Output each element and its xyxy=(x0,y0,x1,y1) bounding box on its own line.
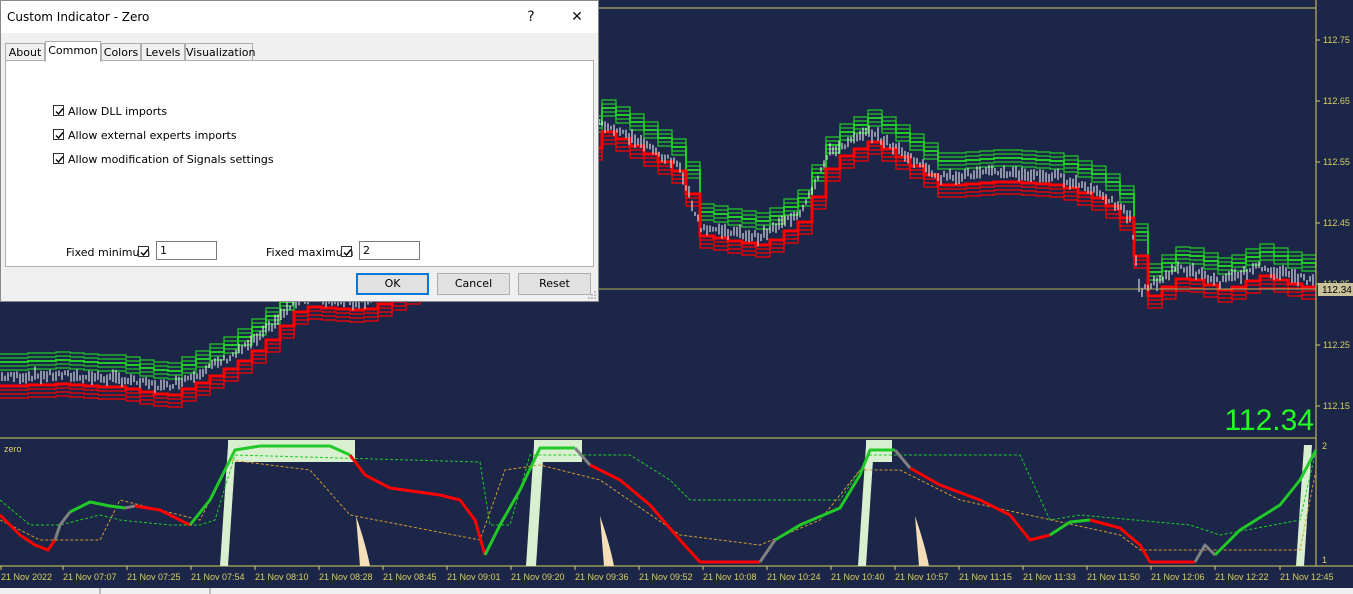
ok-button[interactable]: OK xyxy=(356,273,429,295)
fixed-maximum-checkbox[interactable] xyxy=(341,246,352,257)
big-price-readout: 112.34 xyxy=(1224,404,1314,437)
tab-colors[interactable]: Colors xyxy=(101,43,141,61)
time-tick-label: 21 Nov 10:24 xyxy=(767,572,821,582)
dialog-title: Custom Indicator - Zero xyxy=(7,10,150,24)
tab-about[interactable]: About xyxy=(5,43,45,61)
tab-visualization[interactable]: Visualization xyxy=(185,43,255,61)
allow-signals-modification-label: Allow modification of Signals settings xyxy=(68,153,274,166)
time-tick-label: 21 Nov 07:54 xyxy=(191,572,245,582)
time-tick-label: 21 Nov 11:33 xyxy=(1023,572,1076,582)
fixed-minimum-checkbox[interactable] xyxy=(138,246,149,257)
checkmark-icon xyxy=(55,108,64,116)
allow-dll-imports-checkbox[interactable] xyxy=(53,105,64,116)
time-tick-label: 21 Nov 12:22 xyxy=(1215,572,1269,582)
checkmark-icon xyxy=(55,156,64,164)
current-price-tag: 112.34 xyxy=(1322,285,1352,296)
reset-button[interactable]: Reset xyxy=(518,273,591,295)
tab-common[interactable]: Common xyxy=(45,41,101,62)
time-tick-label: 21 Nov 2022 xyxy=(1,572,52,582)
allow-dll-imports-label: Allow DLL imports xyxy=(68,105,168,118)
time-tick-label: 21 Nov 12:45 xyxy=(1280,572,1334,582)
dialog-titlebar[interactable]: Custom Indicator - Zero ? ✕ xyxy=(1,1,598,33)
checkmark-icon xyxy=(55,132,64,140)
fixed-maximum-input[interactable]: 2 xyxy=(359,241,420,260)
time-tick-label: 21 Nov 11:15 xyxy=(959,572,1012,582)
allow-external-experts-label: Allow external experts imports xyxy=(68,129,237,142)
price-tick-label: 112.75 xyxy=(1323,35,1350,45)
time-tick-label: 21 Nov 09:20 xyxy=(511,572,565,582)
tab-levels[interactable]: Levels xyxy=(141,43,185,61)
max-zone xyxy=(228,440,355,462)
time-tick-label: 21 Nov 07:25 xyxy=(127,572,181,582)
indicator-scale-max: 2 xyxy=(1322,441,1327,451)
time-tick-label: 21 Nov 08:28 xyxy=(319,572,373,582)
price-tick-label: 112.15 xyxy=(1323,401,1350,411)
time-tick-label: 21 Nov 07:07 xyxy=(63,572,117,582)
time-tick-label: 21 Nov 12:06 xyxy=(1151,572,1205,582)
allow-signals-modification-checkbox[interactable] xyxy=(53,153,64,164)
price-tick-label: 112.65 xyxy=(1323,96,1350,106)
price-tick-label: 112.25 xyxy=(1323,340,1350,350)
close-button[interactable]: ✕ xyxy=(563,5,591,29)
allow-external-experts-checkbox[interactable] xyxy=(53,129,64,140)
time-tick-label: 21 Nov 09:01 xyxy=(447,572,501,582)
time-tick-label: 21 Nov 10:40 xyxy=(831,572,885,582)
time-tick-label: 21 Nov 09:52 xyxy=(639,572,693,582)
price-tick-label: 112.55 xyxy=(1323,157,1350,167)
time-tick-label: 21 Nov 08:10 xyxy=(255,572,309,582)
fixed-minimum-input[interactable]: 1 xyxy=(156,241,217,260)
time-tick-label: 21 Nov 09:36 xyxy=(575,572,629,582)
time-tick-label: 21 Nov 10:57 xyxy=(895,572,949,582)
indicator-name: zero xyxy=(4,444,22,454)
checkmark-icon xyxy=(343,249,352,257)
price-scale-area xyxy=(1316,0,1353,594)
time-tick-label: 21 Nov 08:45 xyxy=(383,572,437,582)
help-button[interactable]: ? xyxy=(517,5,545,29)
indicator-scale-min: 1 xyxy=(1322,555,1327,565)
tab-strip xyxy=(0,588,1353,594)
indicator-properties-dialog: Custom Indicator - Zero ? ✕ About Common… xyxy=(0,0,599,302)
checkmark-icon xyxy=(140,249,149,257)
price-tick-label: 112.45 xyxy=(1323,218,1350,228)
zero-indicator-line xyxy=(124,504,136,510)
time-tick-label: 21 Nov 11:50 xyxy=(1087,572,1140,582)
cancel-button[interactable]: Cancel xyxy=(437,273,510,295)
resize-grip-icon[interactable] xyxy=(588,291,596,299)
time-tick-label: 21 Nov 10:08 xyxy=(703,572,757,582)
